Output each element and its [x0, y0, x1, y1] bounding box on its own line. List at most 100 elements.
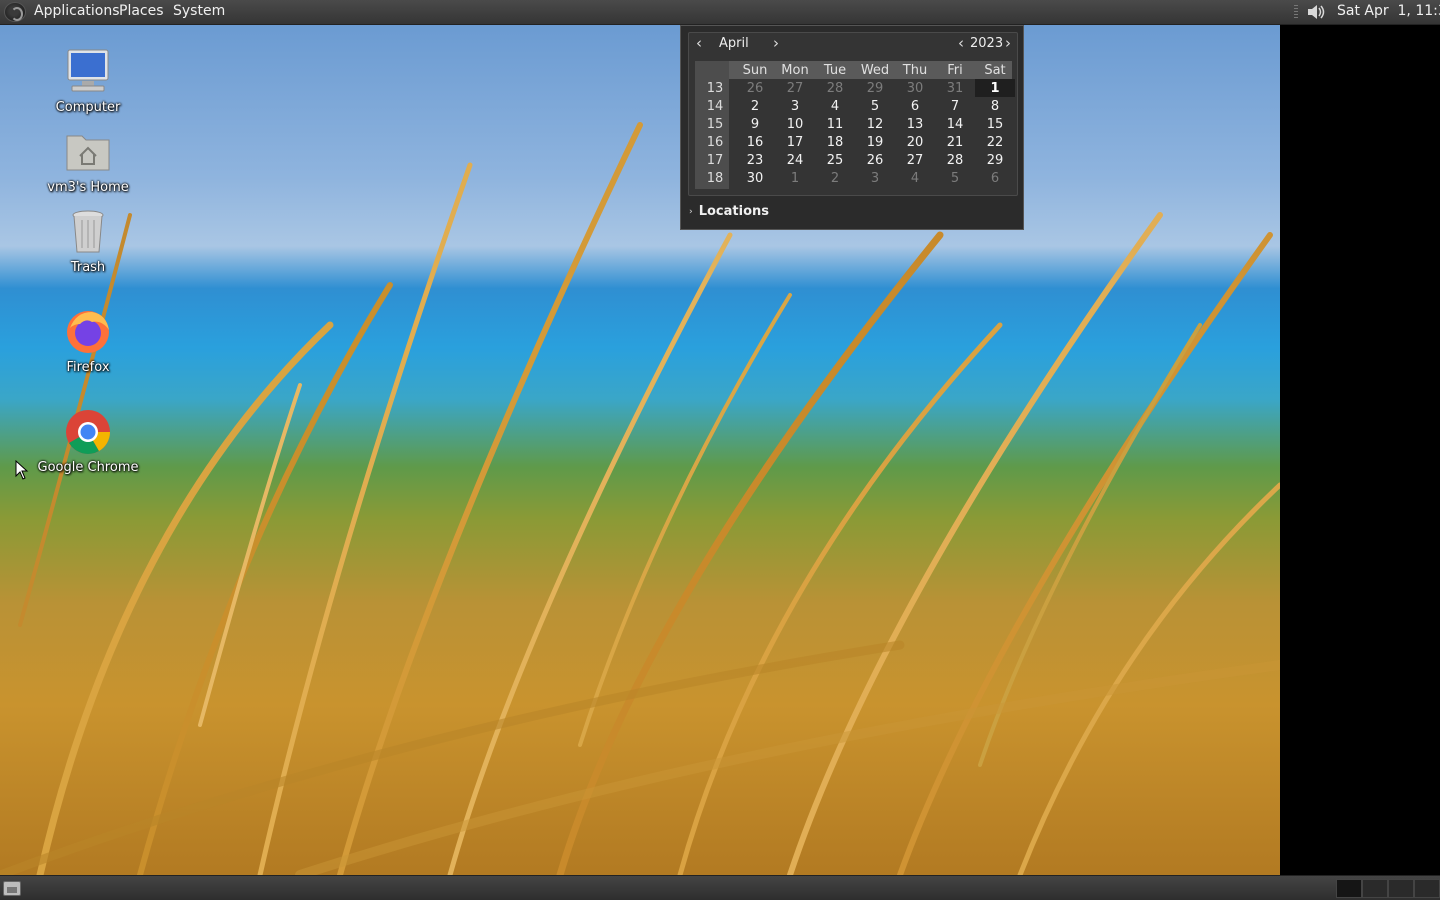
applications-menu[interactable]: Applications — [34, 0, 120, 25]
calendar-day[interactable]: 3 — [775, 97, 815, 115]
calendar-day[interactable]: 4 — [895, 169, 935, 187]
top-panel: Applications Places System Sat Apr 1, 11… — [0, 0, 1440, 25]
distro-logo-icon[interactable] — [4, 2, 26, 22]
calendar-day[interactable]: 30 — [895, 79, 935, 97]
prev-month-button[interactable]: ‹ — [692, 35, 706, 51]
calendar-day[interactable]: 19 — [855, 133, 895, 151]
calendar-week-row: 18 30 1 2 3 4 5 6 — [695, 169, 1015, 187]
clock-applet[interactable]: Sat Apr 1, 11:34 — [1337, 0, 1440, 25]
calendar-day[interactable]: 18 — [815, 133, 855, 151]
calendar-day[interactable]: 26 — [735, 79, 775, 97]
week-number-header — [695, 61, 735, 79]
show-desktop-icon[interactable] — [3, 881, 21, 896]
prev-year-button[interactable]: ‹ — [954, 35, 968, 51]
calendar-day[interactable]: 5 — [935, 169, 975, 187]
calendar-week-row: 14 2 3 4 5 6 7 8 — [695, 97, 1015, 115]
chrome-icon — [66, 410, 110, 454]
workspace-switcher-4[interactable] — [1414, 879, 1440, 898]
calendar-day[interactable]: 24 — [775, 151, 815, 169]
calendar-day[interactable]: 5 — [855, 97, 895, 115]
calendar-day[interactable]: 3 — [855, 169, 895, 187]
weekday-header: Sun — [742, 62, 768, 78]
weekday-header: Mon — [781, 62, 809, 78]
calendar-day[interactable]: 27 — [895, 151, 935, 169]
panel-drag-handle[interactable] — [1294, 5, 1298, 20]
calendar-day[interactable]: 12 — [855, 115, 895, 133]
calendar-day[interactable]: 16 — [735, 133, 775, 151]
calendar-widget: ‹ April › ‹ 2023 › Sun Mon Tue Wed Thu F… — [688, 32, 1018, 196]
workspace-switcher-2[interactable] — [1362, 879, 1388, 898]
calendar-day[interactable]: 11 — [815, 115, 855, 133]
next-month-button[interactable]: › — [769, 35, 783, 51]
calendar-header: ‹ April › ‹ 2023 › — [689, 33, 1017, 55]
calendar-day[interactable]: 6 — [975, 169, 1015, 187]
calendar-day[interactable]: 25 — [815, 151, 855, 169]
places-menu[interactable]: Places — [119, 0, 164, 25]
home-folder-icon — [66, 135, 110, 171]
locations-label: Locations — [698, 204, 770, 219]
trash-desktop-icon[interactable]: Trash — [33, 206, 143, 276]
calendar-day[interactable]: 28 — [815, 79, 855, 97]
calendar-day[interactable]: 29 — [975, 151, 1015, 169]
computer-label: Computer — [55, 100, 121, 115]
calendar-week-row: 13 26 27 28 29 30 31 1 — [695, 79, 1015, 97]
calendar-day[interactable]: 17 — [775, 133, 815, 151]
wallpaper-grass — [0, 122, 1280, 875]
next-year-button[interactable]: › — [1001, 35, 1015, 51]
calendar-day[interactable]: 2 — [735, 97, 775, 115]
calendar-day[interactable]: 27 — [775, 79, 815, 97]
home-desktop-icon[interactable]: vm3's Home — [33, 126, 143, 196]
calendar-day-selected[interactable]: 1 — [975, 79, 1015, 97]
computer-icon — [67, 49, 109, 92]
volume-icon[interactable] — [1305, 3, 1327, 21]
calendar-day[interactable]: 2 — [815, 169, 855, 187]
week-number: 16 — [706, 134, 724, 150]
calendar-grid: Sun Mon Tue Wed Thu Fri Sat 13 26 27 28 … — [695, 61, 1015, 187]
system-menu[interactable]: System — [173, 0, 225, 25]
calendar-week-row: 16 16 17 18 19 20 21 22 — [695, 133, 1015, 151]
workspace-switcher-3[interactable] — [1388, 879, 1414, 898]
calendar-day[interactable]: 26 — [855, 151, 895, 169]
weekday-header: Fri — [947, 62, 963, 78]
calendar-day[interactable]: 6 — [895, 97, 935, 115]
year-label: 2023 — [970, 36, 1004, 51]
calendar-day[interactable]: 22 — [975, 133, 1015, 151]
unused-screen-area — [1280, 25, 1440, 875]
calendar-day[interactable]: 28 — [935, 151, 975, 169]
calendar-day[interactable]: 14 — [935, 115, 975, 133]
calendar-day[interactable]: 8 — [975, 97, 1015, 115]
weekday-header: Thu — [902, 62, 928, 78]
computer-desktop-icon[interactable]: Computer — [33, 46, 143, 116]
trash-icon — [72, 210, 104, 253]
calendar-day[interactable]: 10 — [775, 115, 815, 133]
calendar-day[interactable]: 29 — [855, 79, 895, 97]
workspace-switcher-1[interactable] — [1336, 879, 1362, 898]
expander-arrow-icon: › — [689, 207, 693, 217]
chrome-label: Google Chrome — [37, 460, 139, 475]
calendar-day[interactable]: 31 — [935, 79, 975, 97]
calendar-day[interactable]: 1 — [775, 169, 815, 187]
trash-label: Trash — [70, 260, 106, 275]
desktop[interactable]: Computer vm3's Home Trash Firefox Google… — [0, 25, 1280, 875]
calendar-day[interactable]: 13 — [895, 115, 935, 133]
calendar-day[interactable]: 20 — [895, 133, 935, 151]
calendar-day[interactable]: 23 — [735, 151, 775, 169]
weekday-header: Sat — [984, 62, 1006, 78]
week-number: 13 — [706, 80, 724, 96]
month-label: April — [719, 36, 749, 51]
week-number: 15 — [706, 116, 724, 132]
calendar-week-row: 17 23 24 25 26 27 28 29 — [695, 151, 1015, 169]
calendar-day[interactable]: 30 — [735, 169, 775, 187]
firefox-icon — [67, 311, 109, 353]
chrome-desktop-icon[interactable]: Google Chrome — [33, 406, 143, 476]
calendar-day[interactable]: 15 — [975, 115, 1015, 133]
mouse-pointer-icon — [15, 460, 29, 480]
weekday-header: Wed — [860, 62, 890, 78]
calendar-day[interactable]: 4 — [815, 97, 855, 115]
firefox-desktop-icon[interactable]: Firefox — [33, 306, 143, 376]
calendar-day[interactable]: 21 — [935, 133, 975, 151]
locations-expander[interactable]: › Locations — [689, 204, 769, 222]
weekday-header: Tue — [823, 62, 847, 78]
calendar-day[interactable]: 7 — [935, 97, 975, 115]
calendar-day[interactable]: 9 — [735, 115, 775, 133]
